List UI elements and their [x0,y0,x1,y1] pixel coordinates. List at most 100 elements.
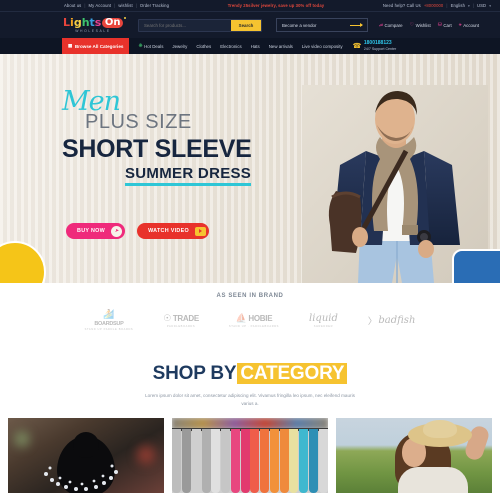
search-bar[interactable]: Search [138,18,262,32]
hats-category-card[interactable] [336,417,492,493]
brand-mark-row: ⛵ HOBIE [236,313,273,324]
nav-item-jewelry[interactable]: Jewelry [172,44,187,49]
search-input[interactable] [139,22,231,28]
video-camera-icon [195,226,206,236]
grid-icon: ▦ [68,43,73,48]
section-title: SHOP BY CATEGORY [0,363,500,385]
brand-logo-trade: ☉ TRADE PADDLEBOARDS [163,313,199,328]
cart-link[interactable]: ⛁ Cart [437,21,452,28]
topbar-links: About us | My Account | wishlist | Order… [64,3,169,8]
nav-item-live-video[interactable]: Live video composity [302,44,343,49]
section-title-part2: CATEGORY [237,363,348,384]
divider: | [84,3,86,8]
brand-name: HOBIE [248,313,273,323]
chevron-down-icon: ▾ [489,3,491,8]
topbar-link-wishlist[interactable]: wishlist [118,3,132,8]
category-card-row [0,417,500,493]
divider: | [446,3,448,8]
brand-logo-row: 🏄 BOARDSUP STAND UP PADDLE BOARDS ☉ TRAD… [0,309,500,331]
hero-text-block: Men PLUS SIZE SHORT SLEEVE SUMMER DRESS [62,88,252,187]
logo-letter: g [73,16,82,29]
currency-selector[interactable]: USD [477,3,486,8]
topbar-link-my-account[interactable]: My Account [89,3,112,8]
divider: | [114,3,116,8]
nav-item-new-arrivals[interactable]: New arrivals [269,44,293,49]
brand-mark-row: ☉ TRADE [163,313,199,324]
hero-line-3: SHORT SLEEVE [62,135,252,164]
brand-logo-hobie: ⛵ HOBIE STAND UP · PADDLEBOARDS [229,313,279,328]
compare-link[interactable]: ⥄ Compare [379,21,403,28]
brand-mark-row: 〉 badfish [368,314,416,327]
section-title-part1: SHOP BY [152,363,237,384]
support-phone-caption: 24/7 Support Center [363,46,397,51]
watch-video-button[interactable]: WATCH VIDEO [137,223,209,239]
wave-icon: 🏄 [103,309,115,319]
brand-logo-badfish: 〉 badfish [368,314,416,327]
nav-item-list: ❋ Hot Deals Jewelry Clothes Electronics … [138,43,342,49]
main-navigation: ▦ Browse All Categories ❋ Hot Deals Jewe… [0,38,500,54]
support-phone-number: 1800188123 [363,40,392,47]
arrow-right-icon [350,23,363,27]
topbar-phone[interactable]: +8000000 [424,3,444,8]
help-label: Need help? Call Us [382,3,421,8]
watch-video-label: WATCH VIDEO [148,228,189,234]
straw-hat-crown [423,419,458,438]
fish-icon: 〉 [367,315,377,326]
sail-icon: ⛵ [235,312,247,323]
brand-logo-boardsup: 🏄 BOARDSUP STAND UP PADDLE BOARDS [85,309,134,331]
brand-logo-liquid: liquid SHREDDER [309,313,338,328]
become-vendor-button[interactable]: Become a vendor [276,18,368,32]
brand-name: liquid [309,312,338,324]
brand-sub: STAND UP · PADDLEBOARDS [228,324,280,328]
heart-icon: ♡ [409,21,415,28]
browse-label: Browse All Categories [74,43,124,49]
site-logo[interactable]: L i g h t s On WHOLESALE [62,16,126,33]
brand-name: BOARDSUP [94,321,124,327]
hero-line-2: PLUS SIZE [85,111,192,134]
logo-badge: On [102,16,126,28]
account-label: Account [463,22,480,28]
model-body [398,466,469,493]
divider: | [135,3,137,8]
browse-all-categories-button[interactable]: ▦ Browse All Categories [62,38,130,54]
nav-item-hats[interactable]: Hats [251,44,260,49]
logo-tagline: WHOLESALE [75,29,111,33]
cart-icon: ⛁ [437,21,442,28]
topbar-link-order-tracking[interactable]: Order Tracking [140,3,169,8]
hero-line-4-wrap: SUMMER DRESS [125,165,252,187]
phone-icon: ☎ [352,42,362,50]
hero-banner: Men PLUS SIZE SHORT SLEEVE SUMMER DRESS … [0,54,500,283]
topbar-right: Need help? Call Us +8000000 | English ▾ … [383,3,491,8]
clothes-category-card[interactable] [172,417,328,493]
nav-item-electronics[interactable]: Electronics [220,44,241,49]
necklace-graphic [44,464,118,491]
wishlist-label: Wishlist [415,22,431,28]
topbar-link-about[interactable]: About us [64,3,81,8]
hero-cta-group: BUY NOW ➤ WATCH VIDEO [66,223,209,239]
jewelry-category-card[interactable] [8,417,164,493]
vendor-label: Become a vendor [282,22,317,28]
logo-letter: h [81,16,90,29]
brand-name: TRADE [172,313,199,323]
nav-label: Hot Deals [144,43,164,49]
brands-section: AS SEEN IN BRAND 🏄 BOARDSUP STAND UP PAD… [0,283,500,345]
wishlist-link[interactable]: ♡ Wishlist [409,21,431,28]
brand-sub: PADDLEBOARDS [166,324,196,328]
nav-item-hot-deals[interactable]: ❋ Hot Deals [138,43,163,49]
brand-name: badfish [378,314,416,326]
divider: | [472,3,475,8]
nav-item-clothes[interactable]: Clothes [196,44,211,49]
compare-icon: ⥄ [379,21,384,28]
search-button[interactable]: Search [231,19,261,31]
brands-heading: AS SEEN IN BRAND [216,293,284,299]
support-phone-block[interactable]: ☎ 1800188123 24/7 Support Center [353,41,397,51]
brand-sub: SHREDDER [313,324,334,328]
language-selector[interactable]: English [451,3,465,8]
cart-label: Cart [443,22,452,28]
buy-now-label: BUY NOW [77,228,106,234]
site-header: L i g h t s On WHOLESALE Search Become a… [0,12,500,38]
clothes-items [172,428,328,493]
buy-now-button[interactable]: BUY NOW ➤ [66,223,126,239]
page-root: About us | My Account | wishlist | Order… [0,0,500,500]
account-link[interactable]: ⚹ Account [459,22,480,28]
